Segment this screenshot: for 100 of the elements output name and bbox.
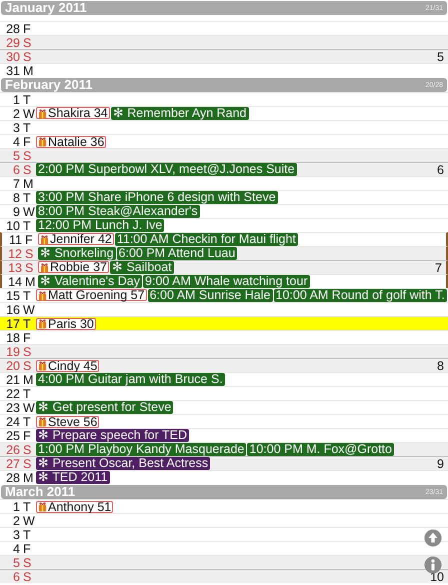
day-row[interactable]: 5 S	[0, 148, 448, 162]
birthday-chip[interactable]: Anthony 51	[36, 500, 114, 512]
weekday-letter: F	[23, 136, 32, 148]
day-number: 17	[5, 318, 20, 330]
weekday-letter: F	[23, 22, 32, 34]
day-row[interactable]: 1 T Anthony 51	[0, 499, 448, 513]
day-number: 24	[5, 416, 20, 428]
month-title: March 2011	[5, 485, 76, 499]
week-number: 7	[435, 262, 442, 274]
day-row[interactable]: 2 W Shakira 34 ✻ Remember Ayn Rand	[0, 106, 448, 120]
day-row[interactable]: 31 M	[0, 63, 448, 77]
month-title: February 2011	[5, 78, 92, 92]
day-number: 9	[12, 206, 20, 218]
weekday-letter: S	[23, 570, 32, 582]
day-number: 3	[12, 528, 20, 540]
gift-icon	[40, 234, 49, 244]
weekday-letter: W	[23, 402, 35, 414]
weekday-letter: S	[25, 248, 34, 260]
event-chip[interactable]: 3:00 PM Share iPhone 6 design with Steve	[36, 191, 278, 204]
day-row[interactable]: 27 S ✻ Present Oscar, Best Actress 9	[0, 456, 448, 470]
day-number: 1	[12, 500, 20, 512]
day-row[interactable]: 23 W ✻ Get present for Steve	[0, 400, 448, 414]
event-chip[interactable]: 12:00 PM Lunch J. Ive	[36, 219, 164, 232]
day-row[interactable]: 9 W 8:00 PM Steak@Alexander's	[0, 204, 448, 218]
birthday-chip[interactable]: Jennifer 42	[38, 233, 114, 245]
day-number: 20	[5, 360, 20, 372]
event-chip[interactable]: ✻ TED 2011	[36, 471, 110, 484]
event-chip[interactable]: 11:00 AM Checkin for Maui flight	[114, 233, 298, 246]
event-chip[interactable]: 8:00 PM Steak@Alexander's	[36, 205, 200, 218]
scroll-up-icon[interactable]	[424, 529, 442, 547]
birthday-chip[interactable]: Steve 56	[36, 416, 100, 428]
event-chip[interactable]: ✻ Remember Ayn Rand	[110, 107, 249, 120]
day-row[interactable]: 17 T Paris 30	[0, 316, 448, 330]
event-chip[interactable]: ✻ Snorkeling	[38, 247, 116, 260]
weekday-letter: S	[23, 36, 32, 48]
event-chip[interactable]: ✻ Valentine's Day	[38, 275, 142, 288]
birthday-chip[interactable]: Paris 30	[36, 318, 96, 330]
event-chip[interactable]: ✻ Present Oscar, Best Actress	[36, 457, 210, 470]
event-chip[interactable]: ✻ Sailboat	[110, 261, 174, 274]
day-row[interactable]: 29 S	[0, 35, 448, 49]
birthday-chip[interactable]: Natalie 36	[36, 136, 106, 148]
day-row[interactable]: 12 S ✻ Snorkeling 6:00 PM Attend Luau	[0, 246, 448, 260]
weekday-letter: W	[23, 514, 35, 526]
day-row[interactable]: 15 T Matt Groening 57 6:00 AM Sunrise Hale 10:00 AM Round of golf with T.	[0, 288, 448, 302]
weekday-letter: S	[23, 556, 32, 568]
day-row[interactable]: 26 S 1:00 PM Playboy Kandy Masquerade 10:00 PM M. Fox@Grotto	[0, 442, 448, 456]
event-chip[interactable]: ✻ Prepare speech for TED	[36, 429, 190, 442]
day-row[interactable]: 13 S Robbie 37 ✻ Sailboat 7	[0, 260, 448, 274]
day-number: 22	[5, 388, 20, 400]
event-chip[interactable]: 4:00 PM Guitar jam with Bruce S.	[36, 373, 225, 386]
event-chip[interactable]: 6:00 PM Attend Luau	[116, 247, 238, 260]
gift-icon	[38, 501, 47, 512]
weekday-letter: T	[23, 528, 32, 540]
day-row[interactable]: 21 M 4:00 PM Guitar jam with Bruce S.	[0, 372, 448, 386]
event-chip[interactable]: 10:00 PM M. Fox@Grotto	[247, 443, 394, 456]
day-row[interactable]: 5 S	[0, 555, 448, 569]
birthday-chip[interactable]: Cindy 45	[36, 360, 100, 372]
day-row[interactable]: 19 S	[0, 344, 448, 358]
day-row[interactable]: 20 S Cindy 45 8	[0, 358, 448, 372]
gift-icon	[38, 318, 47, 329]
day-number: 23	[5, 402, 20, 414]
info-icon[interactable]	[424, 556, 442, 574]
day-number: 6	[12, 164, 20, 176]
day-number: 10	[5, 220, 20, 232]
weekday-letter: T	[23, 290, 32, 302]
birthday-chip[interactable]: Robbie 37	[38, 261, 109, 273]
week-number: 6	[437, 164, 444, 176]
month-title: January 2011	[5, 1, 87, 15]
event-chip[interactable]: ✻ Get present for Steve	[36, 401, 174, 414]
day-row[interactable]: 22 T	[0, 386, 448, 400]
day-row[interactable]: 10 T 12:00 PM Lunch J. Ive	[0, 218, 448, 232]
day-number: 16	[5, 304, 20, 316]
gift-icon	[38, 360, 47, 371]
weekday-letter: S	[23, 346, 32, 358]
day-row[interactable]: 6 S 2:00 PM Superbowl XLV, meet@J.Jones Suite 6	[0, 162, 448, 176]
weekday-letter: S	[23, 360, 32, 372]
birthday-chip[interactable]: Matt Groening 57	[36, 289, 147, 301]
day-row[interactable]: 30 S 5	[0, 49, 448, 63]
gift-icon	[38, 416, 47, 427]
day-row[interactable]: 8 T 3:00 PM Share iPhone 6 design with Steve	[0, 190, 448, 204]
event-chip[interactable]: 1:00 PM Playboy Kandy Masquerade	[36, 443, 246, 456]
day-row[interactable]: 2 W	[0, 513, 448, 527]
weekday-letter: W	[23, 108, 35, 120]
day-row[interactable]: 3 T	[0, 120, 448, 134]
weekday-letter: T	[23, 416, 32, 428]
weekday-letter: T	[23, 500, 32, 512]
event-chip[interactable]: 6:00 AM Sunrise Hale	[148, 289, 272, 302]
day-number: 14	[7, 276, 22, 288]
event-chip[interactable]: 10:00 AM Round of golf with T.	[274, 289, 447, 302]
day-number: 11	[8, 234, 22, 246]
weekday-letter: S	[23, 458, 32, 470]
day-row[interactable]: 24 T Steve 56	[0, 414, 448, 428]
birthday-chip[interactable]: Shakira 34	[36, 107, 110, 119]
day-row[interactable]: 28 M ✻ TED 2011	[0, 470, 448, 484]
day-row[interactable]: 6 S 10	[0, 569, 448, 583]
event-chip[interactable]: 2:00 PM Superbowl XLV, meet@J.Jones Suite	[36, 163, 297, 176]
weekday-letter: F	[23, 542, 32, 554]
event-chip[interactable]: 9:00 AM Whale watching tour	[143, 275, 310, 288]
day-row[interactable]: 1 T	[0, 92, 448, 106]
day-row[interactable]: 7 M	[0, 176, 448, 190]
